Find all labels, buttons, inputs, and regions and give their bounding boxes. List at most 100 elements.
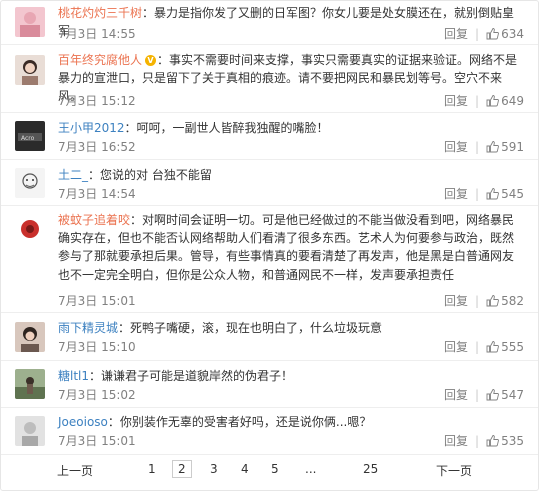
- reply-button[interactable]: 回复: [444, 294, 468, 308]
- comment-actions: 回复 | 591: [444, 138, 524, 155]
- reply-button[interactable]: 回复: [444, 140, 468, 154]
- action-separator: |: [475, 140, 480, 154]
- action-separator: |: [475, 187, 480, 201]
- verified-badge-icon: V: [145, 55, 157, 66]
- action-separator: |: [475, 94, 480, 108]
- comment-actions: 回复 | 545: [444, 185, 524, 202]
- comment-item: Joeoioso：你别装作无辜的受害者好吗，还是说你俩...嗯？ 7月3日 15…: [1, 408, 538, 454]
- svg-text:Acro: Acro: [21, 135, 35, 142]
- reply-button[interactable]: 回复: [444, 94, 468, 108]
- avatar-girl2-image: [15, 322, 45, 352]
- comment-date: 7月3日 15:02: [58, 388, 136, 402]
- commenter-name-link[interactable]: Joeoioso: [58, 415, 108, 429]
- comment-item: 桃花灼灼三千树：暴力是指你发了又删的日军图？你女儿要是处女膜还在，就别倒贴皇军 …: [1, 1, 538, 45]
- comment-actions: 回复 | 582: [444, 292, 524, 309]
- comment-date: 7月3日 15:01: [58, 294, 136, 308]
- avatar[interactable]: [15, 369, 45, 399]
- next-page-button[interactable]: 下一页: [436, 462, 472, 479]
- like-button[interactable]: 591: [486, 140, 524, 154]
- like-button[interactable]: 582: [486, 294, 524, 308]
- comment-actions: 回复 | 649: [444, 92, 524, 109]
- pagination: 上一页 1 2 3 4 5 ... 25 下一页: [1, 454, 538, 490]
- page-link-last[interactable]: 25: [363, 462, 378, 476]
- page-link-1[interactable]: 1: [148, 462, 156, 476]
- like-button[interactable]: 535: [486, 434, 524, 448]
- avatar-sketch-image: [15, 168, 45, 198]
- action-separator: |: [475, 388, 480, 402]
- page-link-3[interactable]: 3: [210, 462, 218, 476]
- commenter-name-link[interactable]: 被蚊子追着咬: [58, 213, 130, 227]
- thumbs-up-icon: [486, 435, 499, 447]
- action-separator: |: [475, 294, 480, 308]
- avatar[interactable]: [15, 215, 45, 245]
- action-separator: |: [475, 27, 480, 41]
- like-button[interactable]: 634: [486, 27, 524, 41]
- like-count: 547: [501, 388, 524, 402]
- thumbs-up-icon: [486, 341, 499, 353]
- like-count: 582: [501, 294, 524, 308]
- thumbs-up-icon: [486, 295, 499, 307]
- avatar[interactable]: [15, 416, 45, 446]
- comment-item: 百年终究腐他人 V ：事实不需要时间来支撑，事实只需要真实的证据来验证。网络不是暴力…: [1, 45, 538, 113]
- commenter-name-link[interactable]: 雨下精灵城: [58, 321, 118, 335]
- thumbs-up-icon: [486, 389, 499, 401]
- avatar[interactable]: Acro: [15, 121, 45, 151]
- avatar[interactable]: [15, 168, 45, 198]
- page-current[interactable]: 2: [172, 460, 192, 478]
- commenter-name-link[interactable]: 桃花灼灼三千树: [58, 6, 142, 20]
- comment-item: 糖ltl1：谦谦君子可能是道貌岸然的伪君子！ 7月3日 15:02 回复 | 547: [1, 361, 538, 408]
- commenter-name-link[interactable]: 土二_: [58, 168, 88, 182]
- thumbs-up-icon: [486, 95, 499, 107]
- like-count: 535: [501, 434, 524, 448]
- page-link-5[interactable]: 5: [271, 462, 279, 476]
- reply-button[interactable]: 回复: [444, 434, 468, 448]
- reply-button[interactable]: 回复: [444, 187, 468, 201]
- comment-item: 被蚊子追着咬：对啊时间会证明一切。可是他已经做过的不能当做没看到吧，网络暴民确实…: [1, 206, 538, 313]
- like-button[interactable]: 555: [486, 340, 524, 354]
- comment-item: Acro 王小甲2012：呵呵，一副世人皆醉我独醒的嘴脸！ 7月3日 16:52…: [1, 113, 538, 160]
- comment-date: 7月3日 14:55: [58, 27, 136, 41]
- like-button[interactable]: 545: [486, 187, 524, 201]
- like-button[interactable]: 649: [486, 94, 524, 108]
- comment-date: 7月3日 16:52: [58, 140, 136, 154]
- avatar-pink-image: [15, 7, 45, 37]
- page-ellipsis: ...: [305, 462, 317, 476]
- comment-list-panel: 桃花灼灼三千树：暴力是指你发了又删的日军图？你女儿要是处女膜还在，就别倒贴皇军 …: [0, 0, 539, 491]
- thumbs-up-icon: [486, 188, 499, 200]
- comment-date: 7月3日 14:54: [58, 187, 136, 201]
- comment-actions: 回复 | 547: [444, 386, 524, 403]
- avatar[interactable]: [15, 55, 45, 85]
- comment-date: 7月3日 15:10: [58, 340, 136, 354]
- like-button[interactable]: 547: [486, 388, 524, 402]
- reply-button[interactable]: 回复: [444, 388, 468, 402]
- avatar-dark-image: Acro: [15, 121, 45, 151]
- comment-actions: 回复 | 535: [444, 432, 524, 449]
- like-count: 634: [501, 27, 524, 41]
- comment-date: 7月3日 15:01: [58, 434, 136, 448]
- comment-text: ：呵呵，一副世人皆醉我独醒的嘴脸！: [124, 121, 329, 135]
- avatar-outdoor-image: [15, 369, 45, 399]
- thumbs-up-icon: [486, 28, 499, 40]
- page-link-4[interactable]: 4: [241, 462, 249, 476]
- comment-actions: 回复 | 634: [444, 25, 524, 42]
- commenter-name-link[interactable]: 百年终究腐他人: [58, 53, 142, 67]
- like-count: 591: [501, 140, 524, 154]
- comment-item: 土二_：您说的对 台独不能留 7月3日 14:54 回复 | 545: [1, 160, 538, 206]
- action-separator: |: [475, 434, 480, 448]
- comment-actions: 回复 | 555: [444, 338, 524, 355]
- commenter-name-link[interactable]: 糖ltl1: [58, 369, 89, 383]
- comment-text: ：死鸭子嘴硬，滚，现在也明白了，什么垃圾玩意: [118, 321, 383, 335]
- reply-button[interactable]: 回复: [444, 340, 468, 354]
- avatar-girl-image: [15, 55, 45, 85]
- avatar[interactable]: [15, 322, 45, 352]
- reply-button[interactable]: 回复: [444, 27, 468, 41]
- comment-text: ：谦谦君子可能是道貌岸然的伪君子！: [89, 369, 294, 383]
- comment-text: ：你别装作无辜的受害者好吗，还是说你俩...嗯？: [107, 415, 372, 429]
- comment-item: 雨下精灵城：死鸭子嘴硬，滚，现在也明白了，什么垃圾玩意 7月3日 15:10 回…: [1, 313, 538, 361]
- avatar-red-image: [15, 215, 45, 245]
- avatar[interactable]: [15, 7, 45, 37]
- like-count: 545: [501, 187, 524, 201]
- prev-page-button[interactable]: 上一页: [57, 462, 93, 479]
- commenter-name-link[interactable]: 王小甲2012: [58, 121, 125, 135]
- action-separator: |: [475, 340, 480, 354]
